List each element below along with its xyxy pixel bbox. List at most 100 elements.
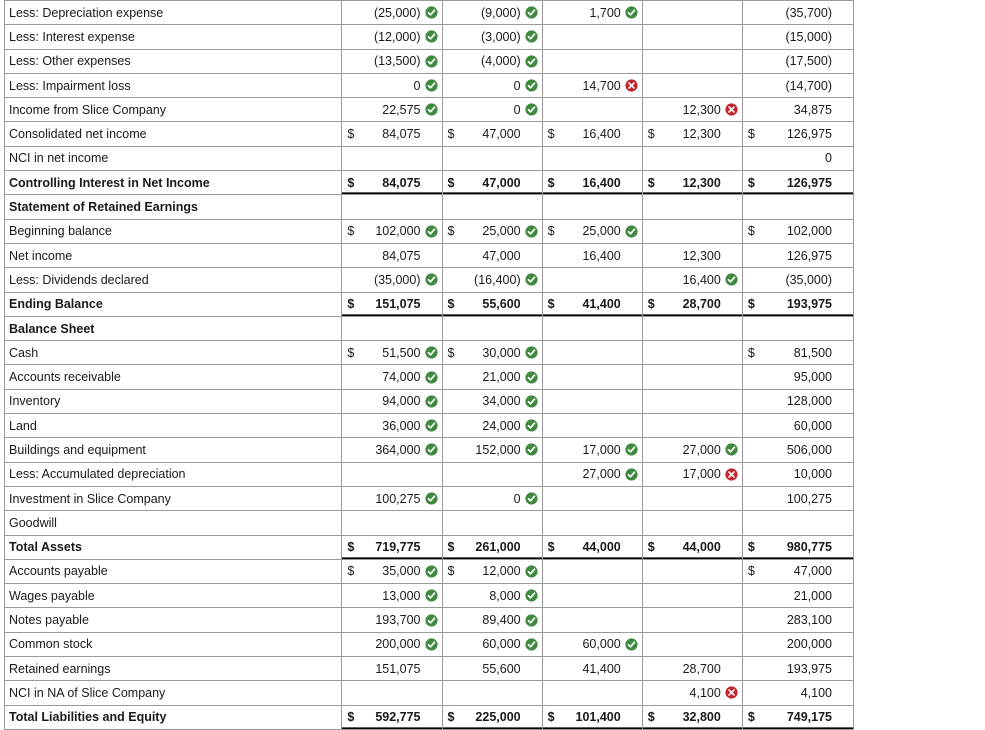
- table-cell[interactable]: $81,500: [741, 340, 855, 366]
- table-cell[interactable]: [641, 631, 743, 658]
- table-cell[interactable]: $193,975: [741, 291, 855, 317]
- table-cell[interactable]: 89,400: [441, 607, 543, 633]
- table-cell[interactable]: [441, 315, 543, 342]
- table-cell[interactable]: $44,000: [641, 534, 743, 560]
- table-cell[interactable]: [541, 145, 643, 172]
- table-cell[interactable]: [341, 315, 443, 342]
- table-cell[interactable]: 0: [441, 485, 543, 512]
- table-cell[interactable]: 17,000: [541, 437, 643, 463]
- table-cell[interactable]: [341, 461, 443, 487]
- table-cell[interactable]: $225,000: [441, 704, 543, 730]
- table-cell[interactable]: $16,400: [541, 170, 643, 196]
- table-cell[interactable]: 27,000: [641, 437, 743, 463]
- table-cell[interactable]: $47,000: [441, 170, 543, 196]
- table-cell[interactable]: 34,875: [741, 97, 855, 123]
- table-cell[interactable]: [341, 145, 443, 172]
- table-cell[interactable]: [541, 194, 643, 220]
- table-cell[interactable]: (13,500): [341, 48, 443, 74]
- table-cell[interactable]: (35,000): [741, 267, 855, 293]
- table-cell[interactable]: [541, 388, 643, 415]
- table-cell[interactable]: $592,775: [341, 704, 443, 730]
- table-cell[interactable]: $101,400: [541, 704, 643, 730]
- table-cell[interactable]: 0: [441, 97, 543, 123]
- table-cell[interactable]: 1,700: [541, 0, 643, 26]
- table-cell[interactable]: 84,075: [341, 242, 443, 269]
- table-cell[interactable]: 74,000: [341, 364, 443, 390]
- table-cell[interactable]: $41,400: [541, 291, 643, 317]
- table-cell[interactable]: (9,000): [441, 0, 543, 26]
- table-cell[interactable]: $30,000: [441, 340, 543, 366]
- table-cell[interactable]: $126,975: [741, 170, 855, 196]
- table-cell[interactable]: 94,000: [341, 388, 443, 415]
- table-cell[interactable]: [541, 680, 643, 706]
- table-cell[interactable]: [541, 24, 643, 50]
- table-cell[interactable]: $16,400: [541, 121, 643, 147]
- table-cell[interactable]: 34,000: [441, 388, 543, 415]
- table-cell[interactable]: [541, 583, 643, 609]
- table-cell[interactable]: 55,600: [441, 656, 543, 682]
- table-cell[interactable]: 24,000: [441, 413, 543, 439]
- table-cell[interactable]: [341, 680, 443, 706]
- table-cell[interactable]: 28,700: [641, 656, 743, 682]
- table-cell[interactable]: [641, 24, 743, 50]
- table-cell[interactable]: 506,000: [741, 437, 855, 463]
- table-cell[interactable]: 22,575: [341, 97, 443, 123]
- table-cell[interactable]: 12,300: [641, 242, 743, 269]
- table-cell[interactable]: (17,500): [741, 48, 855, 74]
- table-cell[interactable]: 16,400: [641, 267, 743, 293]
- table-cell[interactable]: 0: [441, 72, 543, 99]
- table-cell[interactable]: [641, 340, 743, 366]
- table-cell[interactable]: [641, 364, 743, 390]
- table-cell[interactable]: [441, 510, 543, 536]
- table-cell[interactable]: 193,700: [341, 607, 443, 633]
- table-cell[interactable]: [541, 267, 643, 293]
- table-cell[interactable]: 36,000: [341, 413, 443, 439]
- table-cell[interactable]: $25,000: [541, 218, 643, 244]
- table-cell[interactable]: 126,975: [741, 242, 855, 269]
- table-cell[interactable]: (35,700): [741, 0, 855, 26]
- table-cell[interactable]: $102,000: [341, 218, 443, 244]
- table-cell[interactable]: [541, 48, 643, 74]
- table-cell[interactable]: 152,000: [441, 437, 543, 463]
- table-cell[interactable]: $44,000: [541, 534, 643, 560]
- table-cell[interactable]: (4,000): [441, 48, 543, 74]
- table-cell[interactable]: 4,100: [641, 680, 743, 706]
- table-cell[interactable]: 100,275: [741, 485, 855, 512]
- table-cell[interactable]: 60,000: [741, 413, 855, 439]
- table-cell[interactable]: 16,400: [541, 242, 643, 269]
- table-cell[interactable]: [741, 194, 855, 220]
- table-cell[interactable]: [641, 48, 743, 74]
- table-cell[interactable]: 0: [341, 72, 443, 99]
- table-cell[interactable]: [641, 218, 743, 244]
- table-cell[interactable]: $126,975: [741, 121, 855, 147]
- table-cell[interactable]: 17,000: [641, 461, 743, 487]
- table-cell[interactable]: 27,000: [541, 461, 643, 487]
- table-cell[interactable]: [541, 607, 643, 633]
- table-cell[interactable]: [741, 510, 855, 536]
- table-cell[interactable]: [641, 145, 743, 172]
- table-cell[interactable]: [641, 510, 743, 536]
- table-cell[interactable]: [641, 194, 743, 220]
- table-cell[interactable]: [741, 315, 855, 342]
- table-cell[interactable]: 95,000: [741, 364, 855, 390]
- table-cell[interactable]: (16,400): [441, 267, 543, 293]
- table-cell[interactable]: [541, 413, 643, 439]
- table-cell[interactable]: [641, 583, 743, 609]
- table-cell[interactable]: 364,000: [341, 437, 443, 463]
- table-cell[interactable]: (15,000): [741, 24, 855, 50]
- table-cell[interactable]: [341, 194, 443, 220]
- table-cell[interactable]: 21,000: [441, 364, 543, 390]
- table-cell[interactable]: 13,000: [341, 583, 443, 609]
- table-cell[interactable]: [641, 0, 743, 26]
- table-cell[interactable]: [641, 315, 743, 342]
- table-cell[interactable]: 60,000: [541, 631, 643, 658]
- table-cell[interactable]: 283,100: [741, 607, 855, 633]
- table-cell[interactable]: 60,000: [441, 631, 543, 658]
- table-cell[interactable]: $12,300: [641, 170, 743, 196]
- table-cell[interactable]: $12,000: [441, 558, 543, 585]
- table-cell[interactable]: [441, 461, 543, 487]
- table-cell[interactable]: 12,300: [641, 97, 743, 123]
- table-cell[interactable]: [641, 388, 743, 415]
- table-cell[interactable]: 128,000: [741, 388, 855, 415]
- table-cell[interactable]: $32,800: [641, 704, 743, 730]
